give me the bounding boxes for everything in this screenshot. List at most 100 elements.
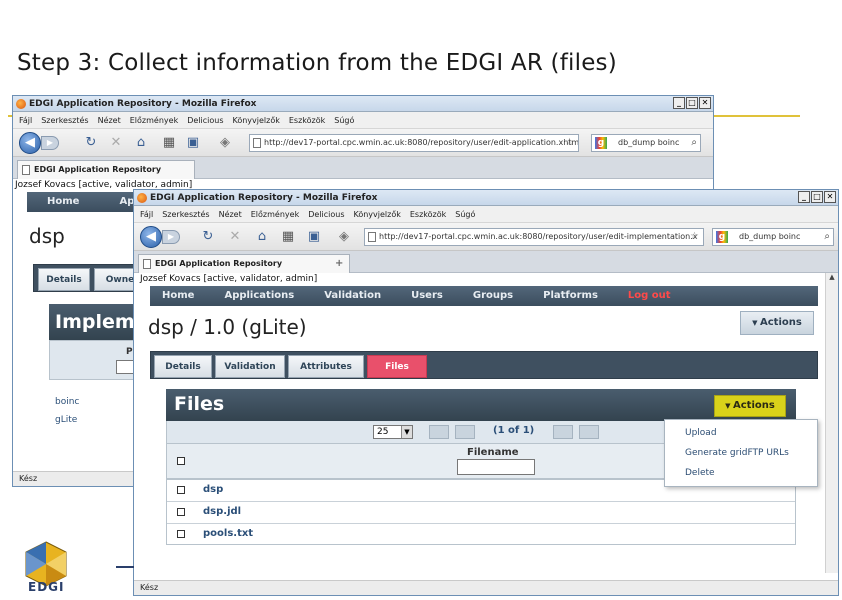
menu-view[interactable]: Nézet — [98, 112, 121, 128]
next-page-button[interactable] — [553, 425, 573, 439]
last-page-button[interactable] — [579, 425, 599, 439]
home-icon[interactable]: ⌂ — [254, 229, 270, 245]
reload-icon[interactable]: ↻ — [200, 229, 216, 245]
home-icon[interactable]: ⌂ — [133, 135, 149, 151]
maximize-button[interactable]: □ — [686, 97, 698, 109]
nav-validation[interactable]: Validation — [324, 286, 381, 306]
menu-history[interactable]: Előzmények — [251, 206, 299, 222]
minimize-button[interactable]: _ — [798, 191, 810, 203]
firefox-icon — [16, 99, 26, 109]
column-header: P — [126, 347, 133, 357]
prev-page-button[interactable] — [455, 425, 475, 439]
stop-icon[interactable]: ✕ — [108, 135, 124, 151]
google-icon[interactable]: g — [716, 231, 728, 243]
back-arrow-icon[interactable]: ◀ — [140, 226, 162, 248]
row-checkbox[interactable] — [177, 508, 185, 516]
nav-logout[interactable]: Log out — [628, 286, 671, 306]
minimize-button[interactable]: _ — [673, 97, 685, 109]
file-name[interactable]: pools.txt — [203, 528, 253, 539]
bookmark-widget-icon[interactable]: ▦ — [280, 229, 296, 245]
sidebar-icon[interactable]: ▣ — [306, 229, 322, 245]
menu-item-upload[interactable]: Upload — [685, 428, 717, 438]
files-panel-header: Files ▼ Actions — [166, 389, 796, 421]
search-bar[interactable]: g db_dump boinc ⌕ — [591, 134, 701, 152]
nav-home[interactable]: Home — [162, 286, 194, 306]
star-icon[interactable]: ☆ — [690, 229, 699, 245]
menu-tools[interactable]: Eszközök — [410, 206, 446, 222]
url-bar[interactable]: http://dev17-portal.cpc.wmin.ac.uk:8080/… — [249, 134, 579, 152]
maximize-button[interactable]: □ — [811, 191, 823, 203]
close-button[interactable]: ✕ — [699, 97, 711, 109]
app-nav: Home Applications Validation Users Group… — [150, 286, 818, 306]
reload-icon[interactable]: ↻ — [83, 135, 99, 151]
menu-item-generate-urls[interactable]: Generate gridFTP URLs — [685, 448, 789, 458]
tab-details[interactable]: Details — [38, 268, 90, 291]
search-bar[interactable]: g db_dump boinc ⌕ — [712, 228, 834, 246]
menu-help[interactable]: Súgó — [334, 112, 354, 128]
file-name[interactable]: dsp.jdl — [203, 506, 241, 517]
nav-platforms[interactable]: Platforms — [543, 286, 598, 306]
menu-file[interactable]: Fájl — [140, 206, 153, 222]
table-row[interactable]: pools.txt — [167, 524, 795, 546]
edgi-logo: EDGI — [16, 540, 76, 596]
browser-tab[interactable]: EDGI Application Repository — [17, 160, 195, 179]
page-icon — [368, 232, 376, 242]
vertical-scrollbar[interactable]: ▲ — [825, 273, 838, 573]
menu-help[interactable]: Súgó — [455, 206, 475, 222]
impl-list-item[interactable]: gLite — [55, 415, 77, 425]
forward-arrow-icon[interactable]: ▶ — [41, 136, 59, 150]
stop-icon[interactable]: ✕ — [227, 229, 243, 245]
tag-icon[interactable]: ◈ — [336, 229, 352, 245]
sidebar-icon[interactable]: ▣ — [185, 135, 201, 151]
menu-tools[interactable]: Eszközök — [289, 112, 325, 128]
forward-arrow-icon[interactable]: ▶ — [162, 230, 180, 244]
menu-delicious[interactable]: Delicious — [187, 112, 223, 128]
table-row[interactable]: dsp.jdl — [167, 502, 795, 524]
menu-view[interactable]: Nézet — [219, 206, 242, 222]
row-checkbox[interactable] — [177, 530, 185, 538]
tab-details[interactable]: Details — [154, 355, 212, 378]
menu-delicious[interactable]: Delicious — [308, 206, 344, 222]
select-all-checkbox[interactable] — [177, 457, 185, 465]
google-icon[interactable]: g — [595, 137, 607, 149]
menu-edit[interactable]: Szerkesztés — [162, 206, 209, 222]
menu-bookmarks[interactable]: Könyvjelzők — [232, 112, 279, 128]
menu-bookmarks[interactable]: Könyvjelzők — [353, 206, 400, 222]
url-bar[interactable]: http://dev17-portal.cpc.wmin.ac.uk:8080/… — [364, 228, 704, 246]
nav-groups[interactable]: Groups — [473, 286, 513, 306]
tab-attributes[interactable]: Attributes — [288, 355, 364, 378]
nav-applications[interactable]: Applications — [224, 286, 294, 306]
files-actions-button[interactable]: ▼ Actions — [714, 395, 786, 417]
page-icon — [22, 165, 30, 175]
actions-button[interactable]: ▼ Actions — [740, 311, 814, 335]
tab-files[interactable]: Files — [367, 355, 427, 378]
tab-validation[interactable]: Validation — [215, 355, 285, 378]
page-size-select[interactable]: 25 ▼ — [373, 425, 413, 439]
star-icon[interactable]: ☆ — [565, 135, 574, 151]
page-icon — [253, 138, 261, 148]
new-tab-icon[interactable]: + — [335, 255, 343, 273]
impl-list-item[interactable]: boinc — [55, 397, 79, 407]
close-button[interactable]: ✕ — [824, 191, 836, 203]
menu-file[interactable]: Fájl — [19, 112, 32, 128]
file-name[interactable]: dsp — [203, 484, 223, 495]
scroll-up-icon[interactable]: ▲ — [826, 273, 838, 285]
menu-history[interactable]: Előzmények — [130, 112, 178, 128]
menu-edit[interactable]: Szerkesztés — [41, 112, 88, 128]
browser-tab[interactable]: EDGI Application Repository + — [138, 254, 350, 273]
search-icon[interactable]: ⌕ — [824, 229, 830, 245]
first-page-button[interactable] — [429, 425, 449, 439]
back-arrow-icon[interactable]: ◀ — [19, 132, 41, 154]
row-checkbox[interactable] — [177, 486, 185, 494]
filename-filter-input[interactable] — [457, 459, 535, 475]
window-title: EDGI Application Repository - Mozilla Fi… — [150, 193, 378, 203]
bookmark-widget-icon[interactable]: ▦ — [161, 135, 177, 151]
tab-bar: EDGI Application Repository — [13, 157, 713, 179]
nav-users[interactable]: Users — [411, 286, 443, 306]
tag-icon[interactable]: ◈ — [217, 135, 233, 151]
search-icon[interactable]: ⌕ — [691, 135, 697, 151]
browser-window-front: EDGI Application Repository - Mozilla Fi… — [133, 189, 839, 596]
menu-item-delete[interactable]: Delete — [685, 468, 715, 478]
files-table: dsp dsp.jdl pools.txt — [166, 479, 796, 545]
nav-home[interactable]: Home — [47, 192, 79, 212]
